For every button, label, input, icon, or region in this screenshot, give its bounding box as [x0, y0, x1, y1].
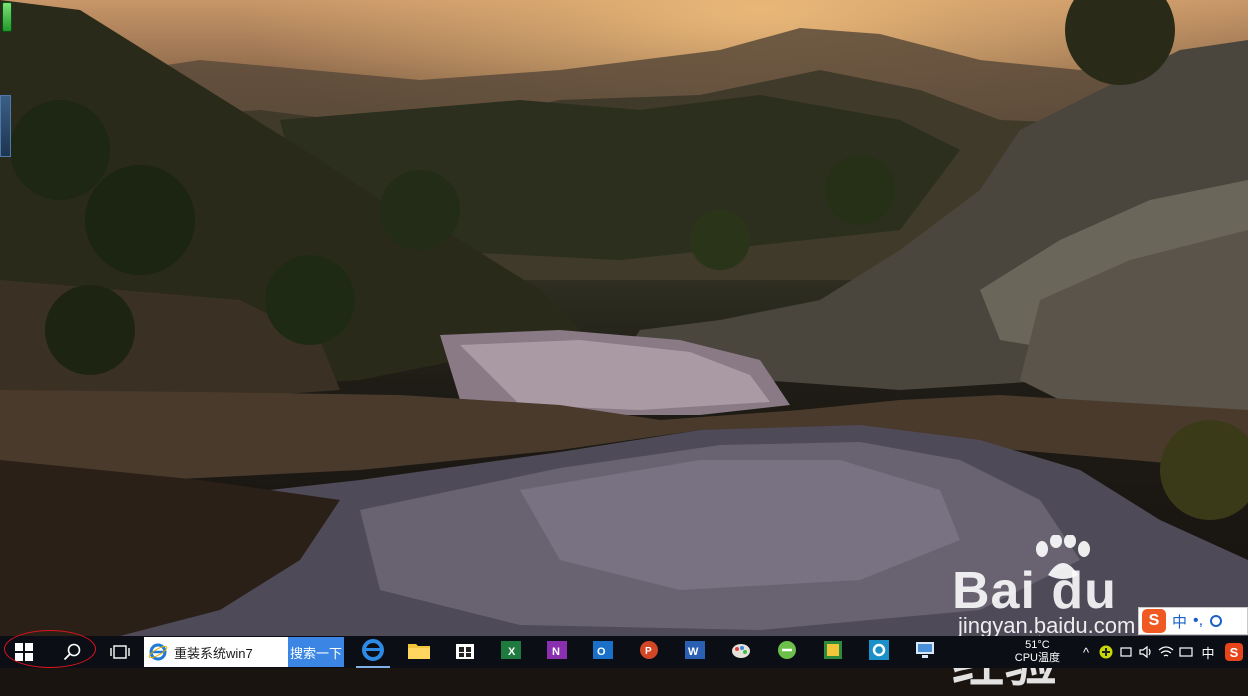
search-submit-button[interactable]: 搜索一下 — [288, 637, 344, 667]
taskbar-app-outlook[interactable]: O — [580, 636, 626, 668]
onenote-icon: N — [546, 639, 568, 666]
taskbar: 搜索一下 X N O P W 51°C CPU温度 ^ 中 S — [0, 636, 1248, 668]
taskbar-search-box[interactable] — [144, 637, 288, 667]
system-tray: 51°C CPU温度 ^ 中 S — [1015, 636, 1248, 668]
svg-text:P: P — [645, 646, 652, 657]
powerpoint-icon: P — [638, 639, 660, 666]
sheet-app-icon — [822, 639, 844, 666]
taskbar-app-remote-desktop[interactable] — [902, 636, 948, 668]
taskbar-app-file-explorer[interactable] — [396, 636, 442, 668]
taskbar-app-sheet-app[interactable] — [810, 636, 856, 668]
sogou-ime-icon[interactable]: S — [1142, 609, 1166, 633]
svg-text:N: N — [552, 646, 560, 658]
search-icon — [63, 643, 81, 661]
plus-badge-icon[interactable] — [1096, 636, 1116, 668]
outlook-icon: O — [592, 639, 614, 666]
file-explorer-icon — [407, 640, 431, 665]
windows-logo-icon — [15, 643, 33, 661]
taskbar-app-settings[interactable] — [856, 636, 902, 668]
cpu-temp-value: 51°C — [1025, 639, 1050, 651]
volume-icon[interactable] — [1136, 636, 1156, 668]
search-button[interactable] — [48, 636, 96, 668]
settings-icon — [868, 639, 890, 666]
desktop-side-bar[interactable] — [0, 95, 11, 157]
taskbar-app-store[interactable] — [442, 636, 488, 668]
paint-icon — [730, 639, 752, 666]
sogou-tray-icon[interactable]: S — [1220, 636, 1248, 668]
cpu-temp-widget[interactable]: 51°C CPU温度 — [1015, 639, 1060, 665]
ime-settings-icon[interactable] — [1209, 614, 1223, 628]
store-icon — [454, 639, 476, 666]
excel-icon: X — [500, 639, 522, 666]
taskbar-app-green-app[interactable] — [764, 636, 810, 668]
taskbar-app-edge[interactable] — [350, 636, 396, 668]
ime-punctuation-toggle[interactable]: •, — [1193, 612, 1203, 630]
task-view-button[interactable] — [96, 636, 144, 668]
edge-icon — [362, 638, 384, 666]
svg-text:W: W — [688, 646, 699, 658]
taskbar-app-excel[interactable]: X — [488, 636, 534, 668]
taskbar-app-paint[interactable] — [718, 636, 764, 668]
ime-language-toggle[interactable]: 中 — [1172, 611, 1187, 632]
network-connection-icon[interactable] — [1176, 636, 1196, 668]
taskbar-app-powerpoint[interactable]: P — [626, 636, 672, 668]
green-app-icon — [776, 639, 798, 666]
cpu-temp-label: CPU温度 — [1014, 652, 1060, 664]
search-input[interactable] — [172, 643, 276, 661]
start-button[interactable] — [0, 636, 48, 668]
svg-text:X: X — [508, 646, 516, 658]
network-wifi-icon[interactable] — [1156, 636, 1176, 668]
task-view-icon — [110, 645, 130, 659]
power-icon[interactable] — [1116, 636, 1136, 668]
desktop-gadget-meter[interactable] — [2, 2, 12, 32]
ie-icon — [148, 643, 168, 661]
svg-text:O: O — [597, 646, 606, 658]
show-hidden-icons-chevron-icon[interactable]: ^ — [1076, 636, 1096, 668]
word-icon: W — [684, 639, 706, 666]
input-method-indicator[interactable]: 中 — [1196, 643, 1220, 662]
ime-toolbar[interactable]: S 中 •, — [1138, 607, 1248, 635]
pinned-apps: XNOPW — [350, 636, 948, 668]
taskbar-app-onenote[interactable]: N — [534, 636, 580, 668]
remote-desktop-icon — [914, 639, 936, 666]
svg-text:S: S — [1230, 645, 1239, 660]
taskbar-app-word[interactable]: W — [672, 636, 718, 668]
